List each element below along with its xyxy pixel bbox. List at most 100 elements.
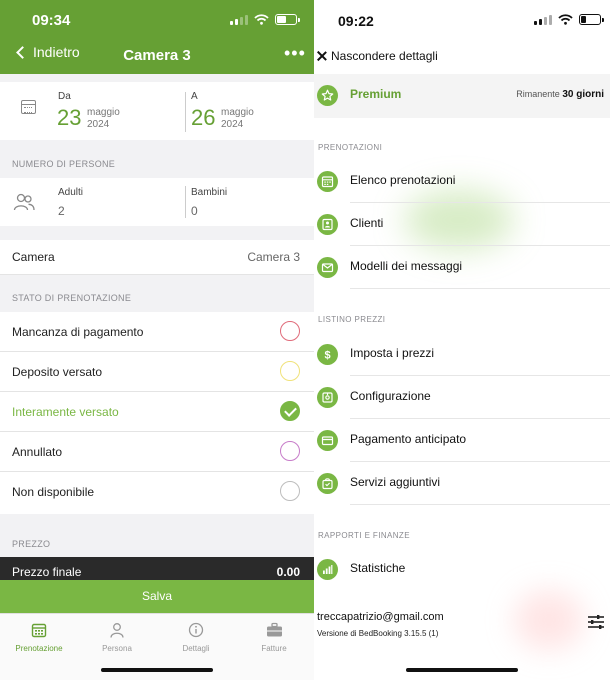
status-option-unavailable[interactable]: Non disponibile (0, 472, 314, 512)
wifi-icon (558, 14, 573, 25)
from-year: 2024 (87, 119, 110, 130)
page-title: Camera 3 (123, 47, 191, 64)
credit-card-icon (317, 430, 338, 451)
battery-icon (275, 14, 300, 25)
sliders-icon[interactable] (587, 614, 605, 630)
signal-icon (534, 14, 552, 25)
radio-circle-icon (280, 361, 300, 381)
booking-status-list: Mancanza di pagamento Deposito versato I… (0, 312, 314, 514)
menu-item-configuration[interactable]: Configurazione (314, 376, 610, 419)
room-selector[interactable]: Camera Camera 3 (0, 240, 314, 275)
tab-label: Fatture (261, 644, 287, 653)
premium-label: Premium (350, 87, 402, 101)
status-option-fully-paid[interactable]: Interamente versato (0, 392, 314, 432)
menu-item-message-templates[interactable]: Modelli dei messaggi (314, 246, 610, 289)
menu-item-advance-payment[interactable]: Pagamento anticipato (314, 419, 610, 462)
to-month: maggio (221, 107, 254, 118)
star-icon (317, 85, 338, 106)
status-option-unpaid[interactable]: Mancanza di pagamento (0, 312, 314, 352)
close-icon (317, 51, 327, 61)
status-option-cancelled[interactable]: Annullato (0, 432, 314, 472)
menu-item-set-prices[interactable]: $ Imposta i prezzi (314, 333, 610, 376)
remaining-label: Rimanente (516, 89, 560, 99)
final-price-value: 0.00 (276, 565, 300, 579)
premium-banner[interactable]: Premium Rimanente 30 giorni (314, 74, 610, 118)
tab-label: Persona (102, 644, 132, 653)
radio-circle-icon (280, 321, 300, 341)
menu-item-statistics[interactable]: Statistiche (314, 548, 610, 591)
price-section-header: PREZZO (12, 539, 51, 549)
menu-item-label: Modelli dei messaggi (350, 259, 463, 273)
status-bar-icons (230, 14, 300, 25)
status-section-header: STATO DI PRENOTAZIONE (12, 293, 132, 303)
tab-label: Dettagli (182, 644, 210, 653)
menu-item-label: Servizi aggiuntivi (350, 475, 441, 489)
room-value: Camera 3 (247, 250, 300, 264)
wifi-icon (254, 14, 269, 25)
dollar-icon: $ (317, 344, 338, 365)
hide-details-label: Nascondere dettagli (331, 49, 438, 63)
signal-icon (230, 14, 248, 25)
children-label: Bambini (191, 187, 228, 198)
status-bar-icons (534, 14, 604, 25)
to-year: 2024 (221, 119, 244, 130)
checkmark-circle-icon (280, 401, 300, 421)
tab-invoices[interactable]: Fatture (235, 622, 313, 653)
from-label: Da (58, 91, 71, 102)
person-icon (110, 623, 124, 638)
blur-overlay (514, 590, 584, 650)
reports-section-header: RAPPORTI E FINANZE (318, 531, 410, 540)
status-option-label: Interamente versato (12, 405, 119, 419)
tab-details[interactable]: Dettagli (157, 622, 235, 653)
battery-icon (579, 14, 604, 25)
people-icon (13, 193, 35, 211)
menu-item-additional-services[interactable]: Servizi aggiuntivi (314, 462, 610, 505)
home-indicator (406, 668, 518, 672)
home-indicator (101, 668, 213, 672)
from-month: maggio (87, 107, 120, 118)
booking-detail-screen: 09:34 Indietro Camera 3 ••• Da 23 maggio… (0, 0, 314, 680)
premium-remaining: Rimanente 30 giorni (516, 89, 604, 100)
date-range: Da 23 maggio 2024 A 26 maggio 2024 (0, 82, 314, 140)
final-price-row: Prezzo finale 0.00 (0, 557, 314, 581)
menu-item-booking-list[interactable]: Elenco prenotazioni (314, 160, 610, 203)
status-option-label: Non disponibile (12, 485, 95, 499)
navigation-header: 09:34 Indietro Camera 3 ••• (0, 0, 314, 74)
menu-item-label: Configurazione (350, 389, 431, 403)
menu-item-clients[interactable]: Clienti (314, 203, 610, 246)
status-option-deposit[interactable]: Deposito versato (0, 352, 314, 392)
menu-item-label: Statistiche (350, 561, 406, 575)
calendar-icon (31, 623, 47, 638)
app-version: Versione di BedBooking 3.15.5 (1) (317, 629, 439, 638)
adults-label: Adulti (58, 187, 84, 198)
save-button[interactable]: Salva (0, 580, 314, 613)
room-label: Camera (12, 250, 55, 264)
tab-bar: Prenotazione Persona Dettagli Fatture (0, 613, 314, 680)
settings-box-icon (317, 387, 338, 408)
from-day: 23 (57, 105, 82, 130)
status-option-label: Deposito versato (12, 365, 103, 379)
envelope-icon (317, 257, 338, 278)
tab-booking[interactable]: Prenotazione (0, 622, 78, 653)
hide-details-button[interactable]: Nascondere dettagli (317, 49, 438, 63)
remaining-value: 30 giorni (562, 89, 604, 100)
status-bar-time: 09:34 (32, 12, 71, 29)
radio-circle-icon (280, 481, 300, 501)
prices-section-header: LISTINO PREZZI (318, 315, 386, 324)
menu-item-label: Pagamento anticipato (350, 432, 467, 446)
menu-item-label: Clienti (350, 216, 384, 230)
briefcase-icon (266, 622, 282, 637)
more-options-button[interactable]: ••• (284, 43, 306, 64)
divider (350, 288, 610, 289)
divider (185, 92, 186, 132)
menu-item-label: Elenco prenotazioni (350, 173, 456, 187)
tab-person[interactable]: Persona (78, 622, 156, 653)
divider (350, 504, 610, 505)
children-value: 0 (191, 204, 198, 218)
tab-label: Prenotazione (15, 644, 63, 653)
people-section-header: NUMERO DI PERSONE (12, 159, 116, 169)
svg-text:$: $ (324, 350, 330, 362)
account-email: treccapatrizio@gmail.com (317, 611, 444, 623)
to-day: 26 (191, 105, 216, 130)
status-bar-time: 09:22 (338, 13, 374, 29)
